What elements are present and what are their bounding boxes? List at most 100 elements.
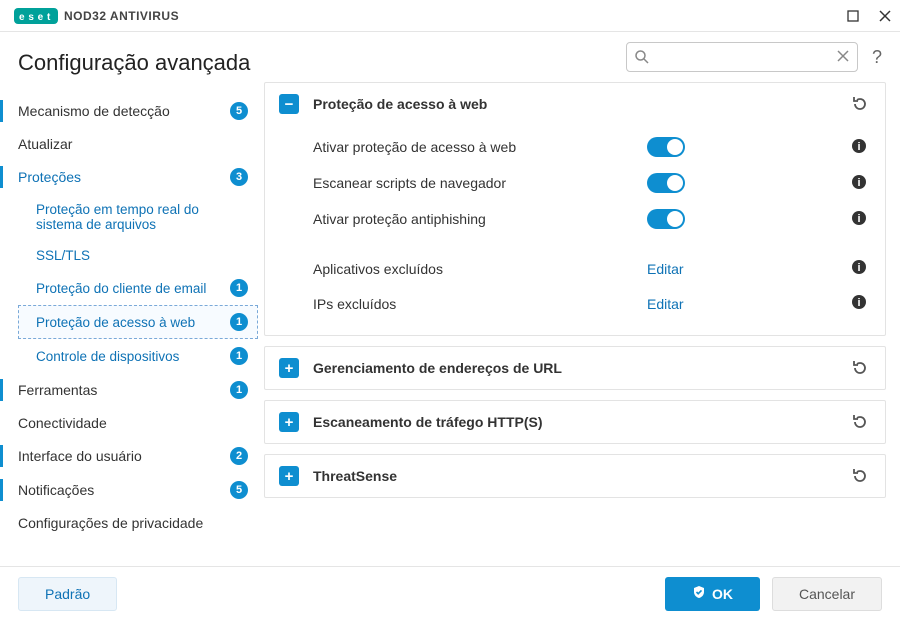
button-label: Padrão — [45, 586, 90, 602]
row-scan-browser-scripts: Escanear scripts de navegador i — [313, 165, 871, 201]
sidebar-item-device-control[interactable]: Controle de dispositivos 1 — [18, 339, 258, 373]
panel-body: Ativar proteção de acesso à web i Escane… — [265, 125, 885, 335]
close-icon[interactable] — [878, 9, 892, 23]
button-label: OK — [712, 586, 733, 602]
revert-icon[interactable] — [849, 465, 871, 487]
row-label: Ativar proteção antiphishing — [313, 211, 647, 227]
sidebar-protections-children: Proteção em tempo real do sistema de arq… — [0, 194, 258, 373]
search-icon — [634, 49, 650, 70]
panel-header: − Proteção de acesso à web — [265, 83, 885, 125]
row-label: Aplicativos excluídos — [313, 261, 647, 277]
sidebar-item-label: Proteção em tempo real do sistema de arq… — [36, 202, 248, 232]
topbar: ? — [264, 42, 886, 72]
sidebar-item-label: Proteções — [18, 169, 224, 185]
svg-text:i: i — [857, 262, 860, 274]
sidebar-item-update[interactable]: Atualizar — [0, 128, 258, 160]
row-enable-web-access: Ativar proteção de acesso à web i — [313, 129, 871, 165]
sidebar-item-label: Notificações — [18, 482, 224, 498]
button-label: Cancelar — [799, 586, 855, 602]
section-threatsense[interactable]: + ThreatSense — [264, 454, 886, 498]
sidebar-item-protections[interactable]: Proteções 3 — [0, 160, 258, 194]
sidebar-item-connectivity[interactable]: Conectividade — [0, 407, 258, 439]
row-excluded-apps: Aplicativos excluídos Editar i — [313, 251, 871, 286]
svg-text:i: i — [857, 213, 860, 225]
product-name: NOD32 ANTIVIRUS — [64, 9, 179, 23]
clear-search-icon[interactable] — [836, 49, 850, 68]
sidebar-badge: 5 — [230, 102, 248, 120]
info-icon[interactable]: i — [851, 294, 867, 313]
section-title: Escaneamento de tráfego HTTP(S) — [313, 414, 849, 430]
section-title: ThreatSense — [313, 468, 849, 484]
shield-icon — [692, 585, 706, 602]
ok-button[interactable]: OK — [665, 577, 760, 611]
edit-excluded-ips-link[interactable]: Editar — [647, 296, 684, 312]
help-icon[interactable]: ? — [868, 45, 886, 70]
sidebar-item-label: Interface do usuário — [18, 448, 224, 464]
collapse-icon[interactable]: − — [279, 94, 299, 114]
sidebar-badge: 1 — [230, 313, 248, 331]
titlebar: e s e t NOD32 ANTIVIRUS — [0, 0, 900, 32]
revert-icon[interactable] — [849, 411, 871, 433]
cancel-button[interactable]: Cancelar — [772, 577, 882, 611]
sidebar-item-label: Atualizar — [18, 136, 248, 152]
info-icon[interactable]: i — [851, 174, 867, 193]
svg-text:i: i — [857, 177, 860, 189]
sidebar-item-label: Proteção de acesso à web — [36, 315, 224, 330]
edit-excluded-apps-link[interactable]: Editar — [647, 261, 684, 277]
footer: Padrão OK Cancelar — [0, 566, 900, 620]
sidebar-item-label: Ferramentas — [18, 382, 224, 398]
sidebar-item-web-access[interactable]: Proteção de acesso à web 1 — [18, 305, 258, 339]
sidebar-badge: 1 — [230, 279, 248, 297]
window-buttons — [846, 9, 892, 23]
sidebar: Configuração avançada Mecanismo de detec… — [0, 32, 258, 566]
row-label: IPs excluídos — [313, 296, 647, 312]
page-title: Configuração avançada — [0, 46, 258, 94]
toggle-scan-browser-scripts[interactable] — [647, 173, 685, 193]
toggle-enable-web-access[interactable] — [647, 137, 685, 157]
sidebar-item-ui[interactable]: Interface do usuário 2 — [0, 439, 258, 473]
expand-icon[interactable]: + — [279, 466, 299, 486]
search-input[interactable] — [626, 42, 858, 72]
sidebar-item-notifications[interactable]: Notificações 5 — [0, 473, 258, 507]
sidebar-item-tools[interactable]: Ferramentas 1 — [0, 373, 258, 407]
brand-logo: e s e t — [14, 8, 58, 24]
row-label: Escanear scripts de navegador — [313, 175, 647, 191]
info-icon[interactable]: i — [851, 138, 867, 157]
sidebar-item-detection-engine[interactable]: Mecanismo de detecção 5 — [0, 94, 258, 128]
maximize-icon[interactable] — [846, 9, 860, 23]
sidebar-badge: 5 — [230, 481, 248, 499]
sidebar-item-email-client[interactable]: Proteção do cliente de email 1 — [18, 271, 258, 305]
sidebar-item-label: Proteção do cliente de email — [36, 281, 224, 296]
svg-text:i: i — [857, 297, 860, 309]
default-button[interactable]: Padrão — [18, 577, 117, 611]
expand-icon[interactable]: + — [279, 358, 299, 378]
section-http-scanning[interactable]: + Escaneamento de tráfego HTTP(S) — [264, 400, 886, 444]
panel-title: Proteção de acesso à web — [313, 96, 849, 112]
info-icon[interactable]: i — [851, 259, 867, 278]
main-content: ? − Proteção de acesso à web Ativar prot… — [258, 32, 900, 566]
expand-icon[interactable]: + — [279, 412, 299, 432]
sidebar-item-label: Mecanismo de detecção — [18, 103, 224, 119]
panel-web-access: − Proteção de acesso à web Ativar proteç… — [264, 82, 886, 336]
sidebar-item-label: SSL/TLS — [36, 248, 248, 263]
search-box — [626, 42, 858, 72]
sidebar-item-privacy[interactable]: Configurações de privacidade — [0, 507, 258, 539]
revert-icon[interactable] — [849, 93, 871, 115]
sidebar-badge: 1 — [230, 381, 248, 399]
sidebar-badge: 2 — [230, 447, 248, 465]
row-enable-antiphishing: Ativar proteção antiphishing i — [313, 201, 871, 237]
svg-text:e s e t: e s e t — [19, 12, 51, 23]
sidebar-item-label: Controle de dispositivos — [36, 349, 224, 364]
svg-text:i: i — [857, 141, 860, 153]
toggle-enable-antiphishing[interactable] — [647, 209, 685, 229]
row-excluded-ips: IPs excluídos Editar i — [313, 286, 871, 321]
sidebar-item-realtime-fs[interactable]: Proteção em tempo real do sistema de arq… — [18, 194, 258, 240]
sidebar-item-label: Conectividade — [18, 415, 248, 431]
revert-icon[interactable] — [849, 357, 871, 379]
section-url-management[interactable]: + Gerenciamento de endereços de URL — [264, 346, 886, 390]
info-icon[interactable]: i — [851, 210, 867, 229]
sidebar-badge: 3 — [230, 168, 248, 186]
section-title: Gerenciamento de endereços de URL — [313, 360, 849, 376]
sidebar-badge: 1 — [230, 347, 248, 365]
sidebar-item-ssl-tls[interactable]: SSL/TLS — [18, 240, 258, 271]
